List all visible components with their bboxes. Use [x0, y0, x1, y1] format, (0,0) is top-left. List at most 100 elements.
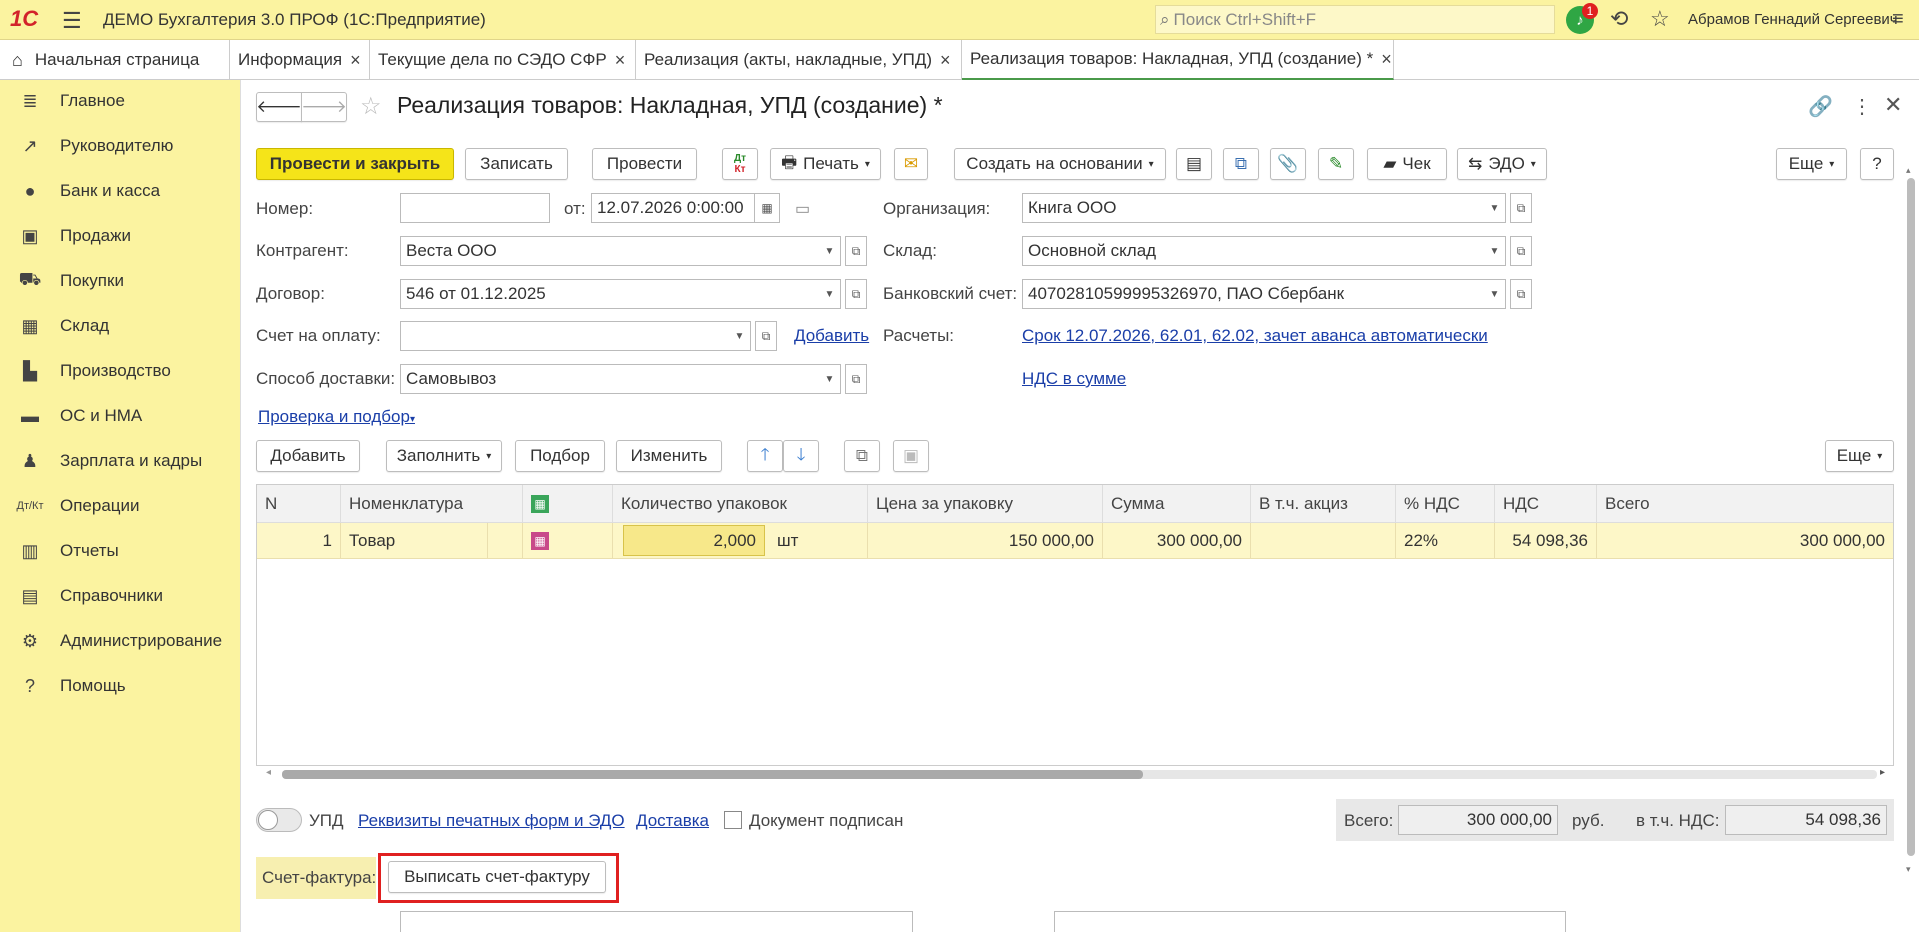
delivery-method-open-icon[interactable]: ⧉: [845, 364, 867, 394]
contract-open-icon[interactable]: ⧉: [845, 279, 867, 309]
close-icon[interactable]: ×: [615, 50, 626, 71]
col-marking[interactable]: ▦: [523, 485, 613, 523]
favorite-star-icon[interactable]: ☆: [360, 92, 382, 121]
delivery-method-dropdown[interactable]: ▼: [819, 364, 841, 394]
add-row-button[interactable]: Добавить: [256, 440, 360, 472]
calendar-icon[interactable]: ▦: [754, 193, 780, 223]
organization-open-icon[interactable]: ⧉: [1510, 193, 1532, 223]
receipt-button[interactable]: ▰ Чек: [1367, 148, 1447, 180]
table-scrollbar-thumb[interactable]: [282, 770, 1143, 779]
sidebar-item-admin[interactable]: ⚙ Администрирование: [0, 623, 241, 659]
bottom-field-right[interactable]: [1054, 911, 1566, 932]
cell-price[interactable]: 150 000,00: [868, 523, 1103, 559]
col-item[interactable]: Номенклатура: [341, 485, 523, 523]
more-button[interactable]: Еще ▾: [1776, 148, 1847, 180]
structure-icon-button[interactable]: ⧉: [1223, 148, 1259, 180]
help-button[interactable]: ?: [1860, 148, 1894, 180]
cell-vat-rate[interactable]: 22%: [1396, 523, 1495, 559]
invoice-for-payment-input[interactable]: [400, 321, 730, 351]
vat-in-sum-link[interactable]: НДС в сумме: [1022, 369, 1126, 389]
document-icon-button[interactable]: ▤: [1176, 148, 1212, 180]
fill-button[interactable]: Заполнить ▾: [386, 440, 502, 472]
organization-dropdown[interactable]: ▼: [1484, 193, 1506, 223]
form-scroll-down-icon[interactable]: ▾: [1906, 864, 1911, 875]
cell-excise[interactable]: [1251, 523, 1396, 559]
forward-button[interactable]: 🡒: [301, 92, 347, 122]
invoice-for-payment-open-icon[interactable]: ⧉: [755, 321, 777, 351]
attachment-icon-button[interactable]: 📎: [1270, 148, 1306, 180]
col-sum[interactable]: Сумма: [1103, 485, 1251, 523]
warehouse-input[interactable]: Основной склад: [1022, 236, 1485, 266]
col-vat[interactable]: НДС: [1495, 485, 1597, 523]
issue-invoice-button[interactable]: Выписать счет-фактуру: [388, 861, 606, 893]
search-box[interactable]: ⌕ Поиск Ctrl+Shift+F: [1155, 5, 1555, 34]
logo-1c[interactable]: 1С: [10, 6, 38, 32]
number-input[interactable]: [400, 193, 550, 223]
col-price[interactable]: Цена за упаковку: [868, 485, 1103, 523]
sidebar-item-help[interactable]: ? Помощь: [0, 668, 241, 704]
table-row[interactable]: 1 Товар ▦ 2,000 шт 150 000,00 300 000,00…: [257, 523, 1893, 559]
contract-input[interactable]: 546 от 01.12.2025: [400, 279, 820, 309]
print-button[interactable]: 🖶 Печать ▾: [770, 148, 881, 180]
contract-dropdown[interactable]: ▼: [819, 279, 841, 309]
col-n[interactable]: N: [257, 485, 341, 523]
organization-input[interactable]: Книга ООО: [1022, 193, 1485, 223]
menu-icon[interactable]: ☰: [62, 8, 82, 34]
col-vat-rate[interactable]: % НДС: [1396, 485, 1495, 523]
sidebar-item-catalogs[interactable]: ▤ Справочники: [0, 578, 241, 614]
save-button[interactable]: Записать: [465, 148, 568, 180]
settlements-link[interactable]: Срок 12.07.2026, 62.01, 62.02, зачет ава…: [1022, 326, 1488, 346]
cell-item[interactable]: Товар: [341, 523, 488, 559]
cell-total[interactable]: 300 000,00: [1597, 523, 1893, 559]
print-requisites-link[interactable]: Реквизиты печатных форм и ЭДО: [358, 811, 625, 831]
form-scroll-up-icon[interactable]: ▴: [1906, 165, 1911, 176]
counterparty-dropdown[interactable]: ▼: [819, 236, 841, 266]
form-vertical-scrollbar[interactable]: [1907, 178, 1915, 856]
sidebar-item-bank[interactable]: ● Банк и касса: [0, 173, 241, 209]
table-scroll-right-icon[interactable]: ▸: [1880, 767, 1885, 778]
close-icon[interactable]: ×: [940, 50, 951, 71]
sidebar-item-production[interactable]: ▙ Производство: [0, 353, 241, 389]
cell-marking[interactable]: ▦: [523, 523, 613, 559]
comment-icon[interactable]: ▭: [795, 199, 810, 219]
upd-toggle[interactable]: [256, 808, 302, 832]
table-more-button[interactable]: Еще ▾: [1825, 440, 1894, 472]
warehouse-open-icon[interactable]: ⧉: [1510, 236, 1532, 266]
cell-sum[interactable]: 300 000,00: [1103, 523, 1251, 559]
tab-home[interactable]: ⌂ Начальная страница: [0, 40, 230, 80]
link-icon[interactable]: 🔗: [1808, 94, 1833, 119]
bank-account-dropdown[interactable]: ▼: [1484, 279, 1506, 309]
back-button[interactable]: 🡐: [256, 92, 302, 122]
paste-row-button[interactable]: ▣: [893, 440, 929, 472]
favorites-star-icon[interactable]: ☆: [1650, 6, 1670, 32]
counterparty-open-icon[interactable]: ⧉: [845, 236, 867, 266]
bottom-field-left[interactable]: [400, 911, 913, 932]
cell-vat[interactable]: 54 098,36: [1495, 523, 1597, 559]
close-icon[interactable]: ×: [350, 50, 361, 71]
move-down-button[interactable]: 🡓: [783, 440, 819, 472]
bank-account-input[interactable]: 40702810599995326970, ПАО Сбербанк: [1022, 279, 1485, 309]
table-scroll-left-icon[interactable]: ◂: [266, 767, 271, 778]
col-total[interactable]: Всего: [1597, 485, 1893, 523]
change-button[interactable]: Изменить: [616, 440, 722, 472]
sign-icon-button[interactable]: ✎: [1318, 148, 1354, 180]
add-invoice-link[interactable]: Добавить: [794, 326, 869, 346]
sidebar-item-sales[interactable]: ▣ Продажи: [0, 218, 241, 254]
col-qty[interactable]: Количество упаковок: [613, 485, 868, 523]
tab-sales-list[interactable]: Реализация (акты, накладные, УПД) ×: [636, 40, 962, 80]
sidebar-item-assets[interactable]: ▬ ОС и НМА: [0, 398, 241, 434]
close-form-icon[interactable]: ✕: [1884, 92, 1902, 118]
more-vertical-icon[interactable]: ⋮: [1852, 94, 1872, 119]
create-based-on-button[interactable]: Создать на основании ▾: [954, 148, 1166, 180]
sidebar-item-warehouse[interactable]: ▦ Склад: [0, 308, 241, 344]
warehouse-dropdown[interactable]: ▼: [1484, 236, 1506, 266]
cell-qty[interactable]: 2,000: [623, 525, 765, 556]
sidebar-item-purchases[interactable]: ⛟ Покупки: [0, 263, 241, 299]
delivery-link[interactable]: Доставка: [636, 811, 709, 831]
document-signed-checkbox[interactable]: [724, 811, 742, 829]
email-button[interactable]: ✉: [894, 148, 928, 180]
history-icon[interactable]: ⟲: [1610, 6, 1628, 32]
tab-info[interactable]: Информация ×: [230, 40, 370, 80]
user-name[interactable]: Абрамов Геннадий Сергеевич: [1688, 11, 1898, 28]
sidebar-item-main[interactable]: ≣ Главное: [0, 83, 241, 119]
